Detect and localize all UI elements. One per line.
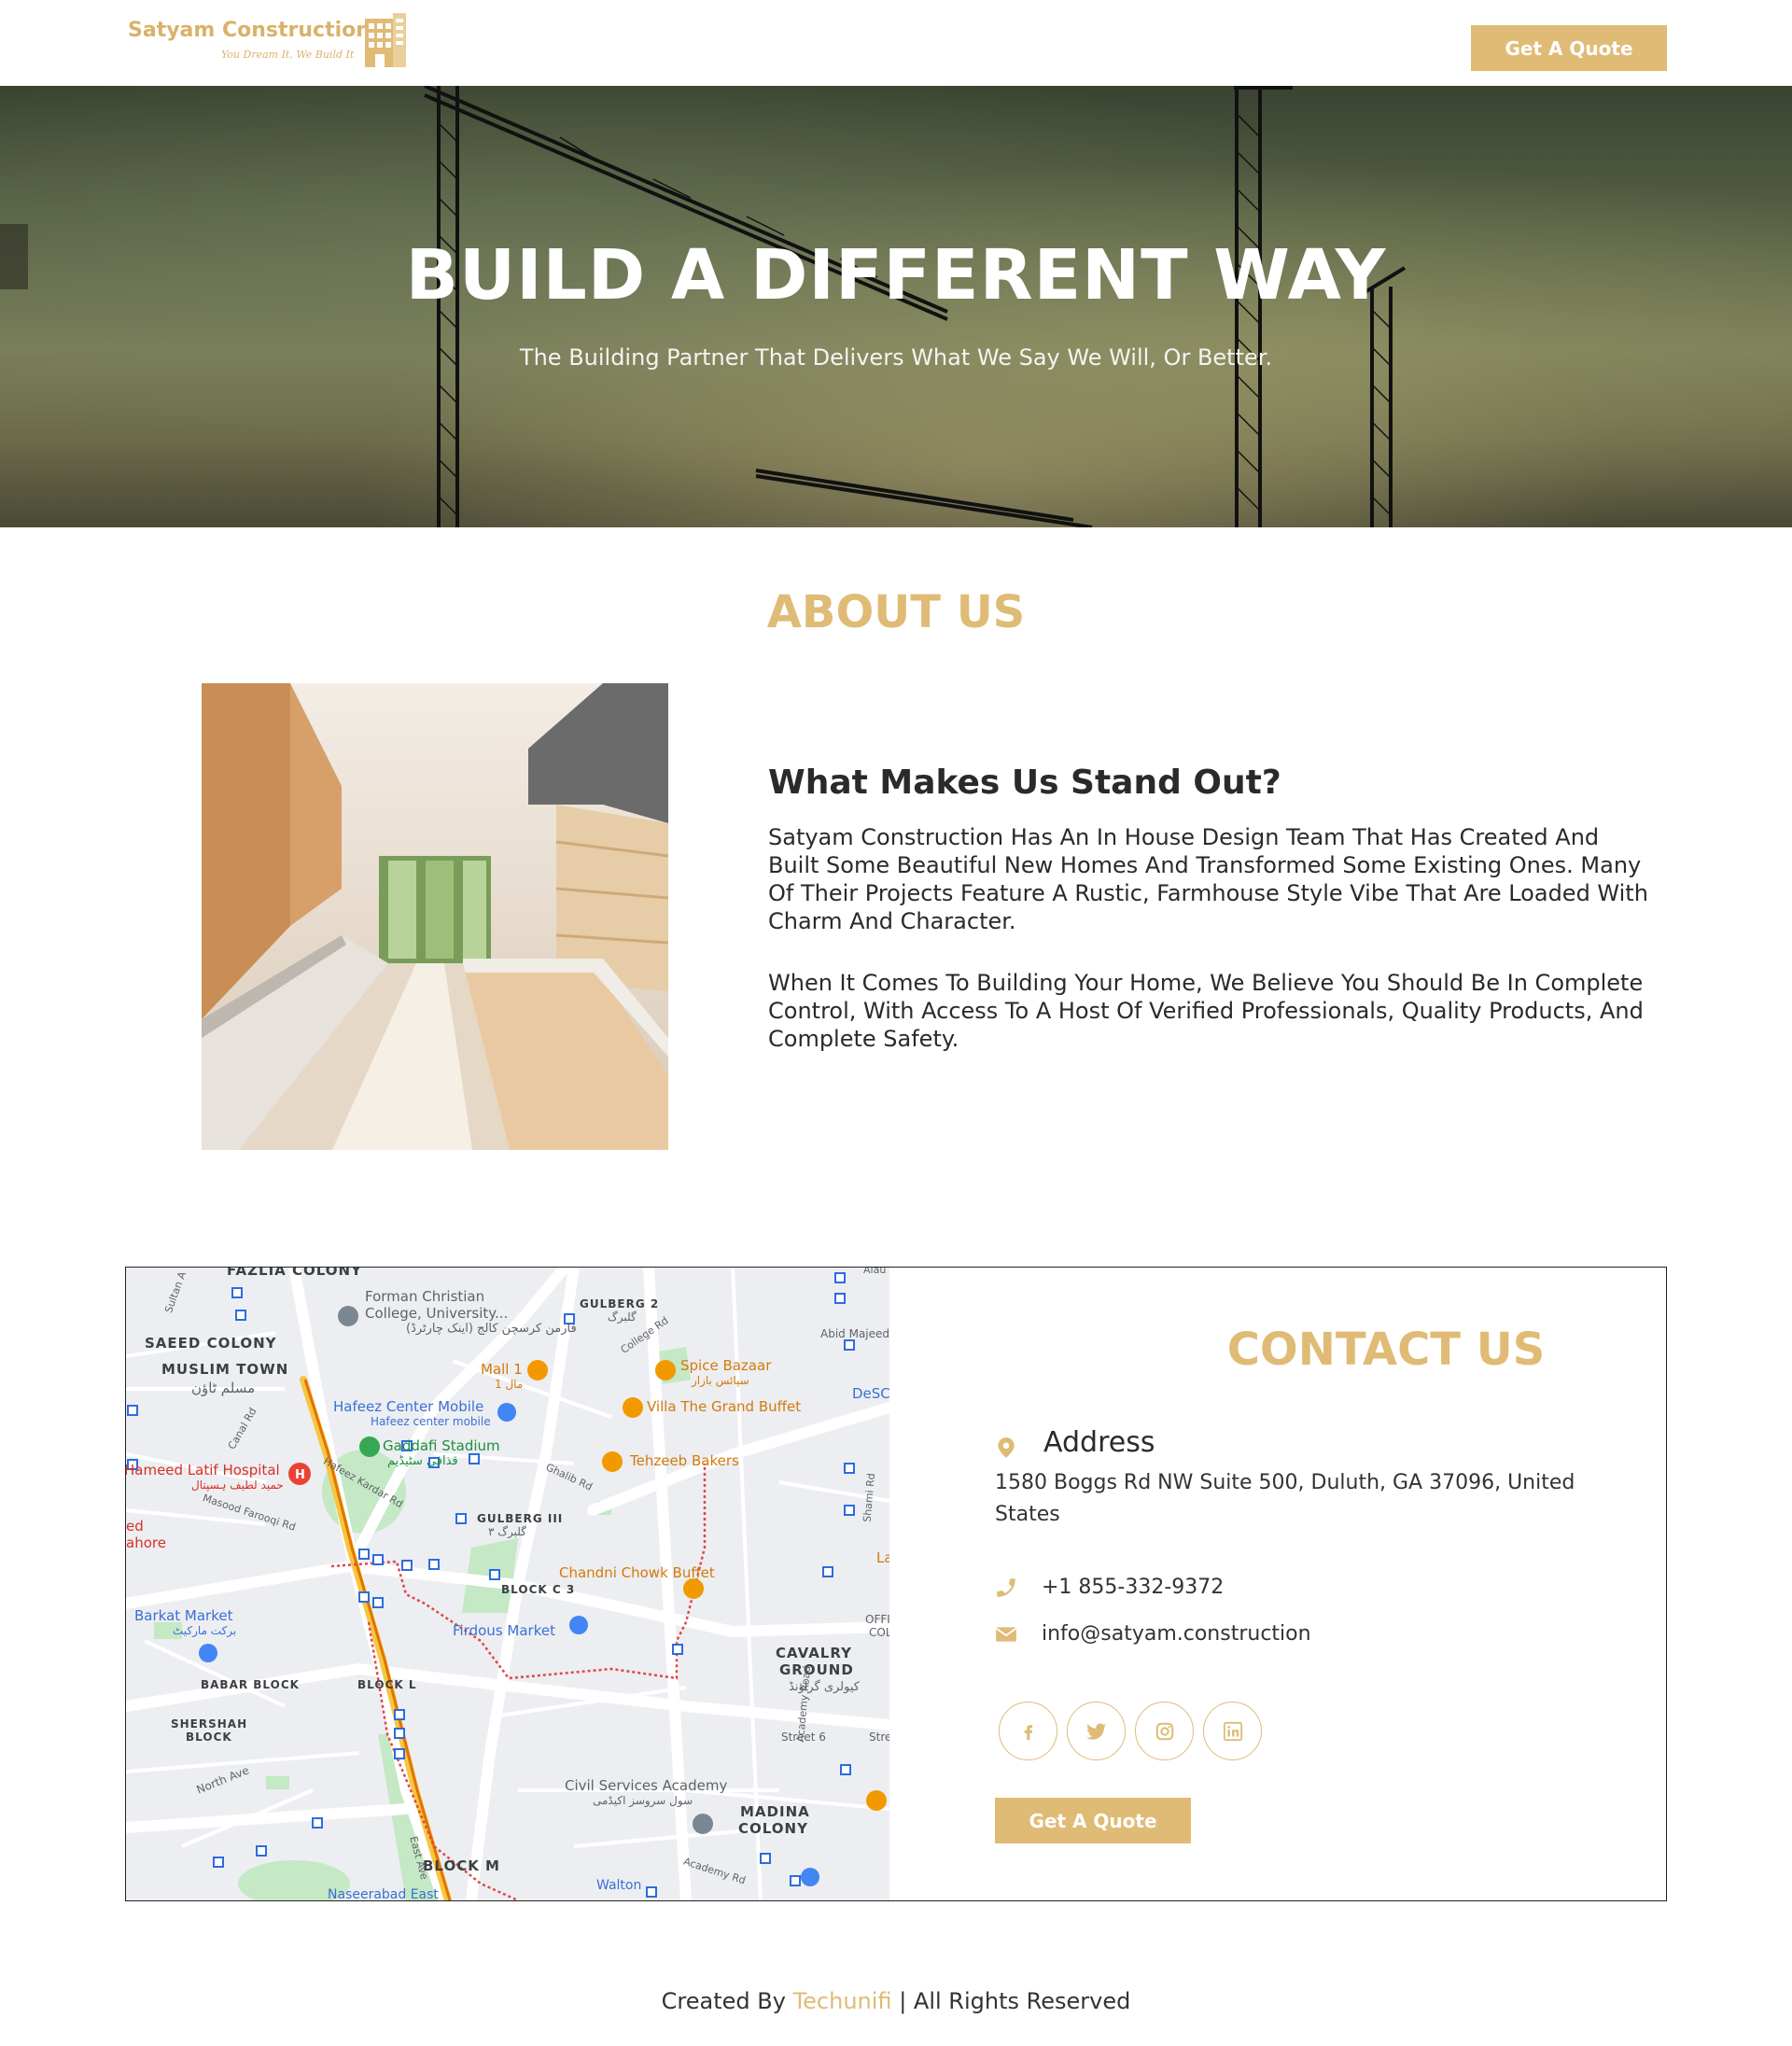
google-map[interactable]: H FAZLIA COLONY Forman Christian College… bbox=[126, 1268, 889, 1900]
phone-icon bbox=[997, 1578, 1015, 1597]
logo-tagline: You Dream It, We Build It bbox=[221, 49, 355, 61]
linkedin-icon[interactable] bbox=[1203, 1702, 1262, 1760]
map-label: مسلم ٹاؤن bbox=[191, 1380, 256, 1396]
about-paragraph-1: Satyam Construction Has An In House Desi… bbox=[768, 824, 1648, 934]
map-label: CAVALRY bbox=[776, 1645, 852, 1661]
map-label: برکت مارکیٹ bbox=[173, 1624, 237, 1637]
map-label: GULBERG 2 bbox=[580, 1297, 660, 1310]
footer-suffix: | All Rights Reserved bbox=[899, 1988, 1131, 2014]
contact-title: CONTACT US bbox=[1226, 1324, 1546, 1376]
map-label: COL bbox=[869, 1626, 889, 1639]
map-label: گلبرگ bbox=[608, 1310, 637, 1324]
map-label: BABAR BLOCK bbox=[201, 1678, 300, 1691]
map-label: OFFI bbox=[865, 1613, 889, 1626]
map-label: گلبرگ ۳ bbox=[488, 1525, 526, 1538]
hero-subtitle: The Building Partner That Delivers What … bbox=[519, 344, 1273, 371]
map-label: GROUND bbox=[779, 1661, 854, 1678]
map-label: MUSLIM TOWN bbox=[161, 1361, 289, 1378]
header-quote-button[interactable]: Get A Quote bbox=[1471, 25, 1667, 71]
phone-number[interactable]: +1 855-332-9372 bbox=[1042, 1576, 1224, 1599]
map-label: سپائس بازار bbox=[692, 1374, 749, 1387]
contact-section: H FAZLIA COLONY Forman Christian College… bbox=[125, 1267, 1667, 1901]
map-label: Civil Services Academy bbox=[565, 1777, 728, 1794]
map-label: Tehzeeb Bakers bbox=[630, 1452, 739, 1469]
contact-quote-button[interactable]: Get A Quote bbox=[995, 1798, 1191, 1843]
map-label: قذافی سٹیڈیم bbox=[387, 1454, 458, 1468]
address-text: 1580 Boggs Rd NW Suite 500, Duluth, GA 3… bbox=[995, 1471, 1575, 1526]
site-header: Satyam Construction You Dream It, We Bui… bbox=[0, 0, 1792, 86]
kitchen-photo bbox=[202, 683, 668, 1150]
map-label: SHERSHAH bbox=[171, 1717, 248, 1731]
logo[interactable]: Satyam Construction You Dream It, We Bui… bbox=[128, 13, 408, 69]
map-label: La bbox=[876, 1549, 889, 1566]
logo-title: Satyam Construction bbox=[128, 19, 371, 42]
hero-banner: BUILD A DIFFERENT WAY The Building Partn… bbox=[0, 86, 1792, 527]
map-label: College, University... bbox=[365, 1305, 509, 1322]
map-label: Hameed Latif Hospital bbox=[126, 1462, 280, 1478]
twitter-icon[interactable] bbox=[1067, 1702, 1126, 1760]
map-label: Hafeez center mobile bbox=[371, 1415, 491, 1428]
map-label: Spice Bazaar bbox=[680, 1357, 772, 1374]
footer-brand-link[interactable]: Techunifi bbox=[793, 1988, 892, 2014]
map-label: Forman Christian bbox=[365, 1288, 485, 1305]
map-label: GULBERG III bbox=[477, 1512, 564, 1525]
building-logo-icon bbox=[365, 13, 406, 67]
map-label: Mall 1 bbox=[481, 1361, 523, 1378]
about-title: ABOUT US bbox=[766, 586, 1026, 638]
envelope-icon bbox=[995, 1627, 1017, 1642]
map-label: BLOCK L bbox=[357, 1678, 417, 1691]
footer-prefix: Created By bbox=[661, 1988, 786, 2014]
map-label: ahore bbox=[126, 1534, 166, 1551]
map-label: Villa The Grand Buffet bbox=[647, 1398, 802, 1415]
map-label: Barkat Market bbox=[134, 1607, 233, 1624]
map-label: Naseerabad East bbox=[328, 1887, 439, 1900]
map-label: سول سروسز اکیڈمی bbox=[593, 1794, 693, 1807]
map-label: BLOCK C 3 bbox=[501, 1583, 576, 1596]
map-label: Firdous Market bbox=[453, 1622, 555, 1639]
email-address[interactable]: info@satyam.construction bbox=[1042, 1622, 1311, 1646]
map-label: Hafeez Center Mobile bbox=[333, 1398, 484, 1415]
map-label: Abid Majeed bbox=[820, 1327, 889, 1340]
about-paragraph-2: When It Comes To Building Your Home, We … bbox=[768, 970, 1644, 1052]
map-label: فارمن کرسچن کالج (اینک چارٹرڈ) bbox=[406, 1322, 577, 1336]
about-heading: What Makes Us Stand Out? bbox=[768, 764, 1281, 802]
map-pin-icon bbox=[998, 1437, 1015, 1458]
map-label: MADINA bbox=[740, 1803, 810, 1820]
svg-text:H: H bbox=[295, 1468, 305, 1482]
map-label: Walton bbox=[596, 1878, 642, 1893]
map-label: Gaddafi Stadium bbox=[383, 1437, 500, 1454]
map-label: DeSC bbox=[852, 1385, 889, 1402]
map-label: COLONY bbox=[738, 1820, 808, 1837]
map-label: BLOCK bbox=[186, 1731, 232, 1744]
map-label: ed bbox=[126, 1518, 144, 1534]
map-label: Stre bbox=[869, 1731, 889, 1744]
map-label: حمید لطیف ہسپتال bbox=[191, 1478, 284, 1492]
map-label: Chandni Chowk Buffet bbox=[559, 1564, 715, 1581]
instagram-icon[interactable] bbox=[1135, 1702, 1194, 1760]
site-footer: Created By Techunifi | All Rights Reserv… bbox=[0, 1988, 1792, 2014]
hero-title: BUILD A DIFFERENT WAY bbox=[405, 235, 1387, 315]
map-label: FAZLIA COLONY bbox=[227, 1268, 362, 1279]
address-label: Address bbox=[1043, 1426, 1155, 1459]
map-label: مال 1 bbox=[495, 1378, 524, 1391]
facebook-icon[interactable] bbox=[999, 1702, 1057, 1760]
map-label: BLOCK M bbox=[423, 1857, 500, 1874]
map-label: SAEED COLONY bbox=[145, 1335, 277, 1352]
map-label: Alau bbox=[863, 1268, 887, 1276]
